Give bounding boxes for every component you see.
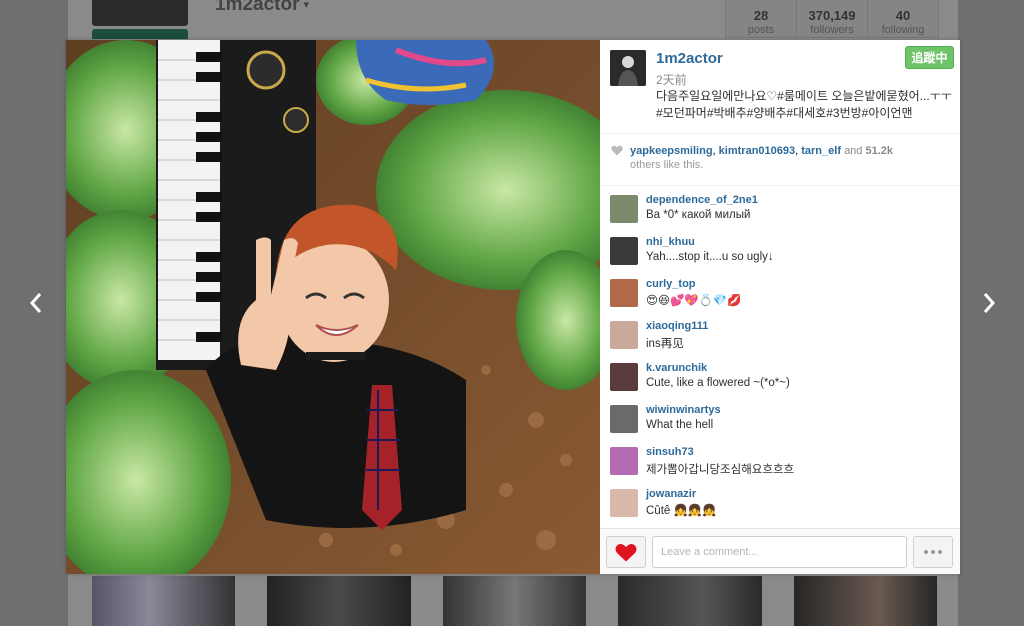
commenter-avatar[interactable] bbox=[610, 195, 638, 223]
likes-count[interactable]: 51.2k bbox=[865, 145, 893, 157]
comment-item: curly_top 😍😆💕💖💍💎💋 bbox=[600, 277, 960, 319]
commenter-username[interactable]: wiwinwinartys bbox=[646, 404, 721, 416]
like-user-link[interactable]: yapkeepsmiling bbox=[630, 145, 713, 157]
comment-text: Yah....stop it....u so ugly↓ bbox=[646, 251, 774, 263]
stat-following-value: 40 bbox=[895, 8, 911, 23]
caret-down-icon: ▾ bbox=[303, 0, 310, 12]
commenter-avatar[interactable] bbox=[610, 447, 638, 475]
ellipsis-dot bbox=[931, 550, 935, 554]
chevron-left-icon bbox=[29, 293, 42, 313]
post-sidebar: 1m2actor 2天前 다음주일요일에만나요♡#룸메이트 오늘은밭에묻혔어..… bbox=[600, 40, 960, 574]
comment-item: k.varunchik Cute, like a flowered ~(*o*~… bbox=[600, 361, 960, 403]
comment-text: Ва *0* какой милый bbox=[646, 209, 751, 221]
grid-photo-thumbnail[interactable] bbox=[267, 576, 411, 626]
post-caption: 다음주일요일에만나요♡#룸메이트 오늘은밭에묻혔어...ㅜㅜ#모던파머#박배추#… bbox=[656, 89, 952, 120]
commenter-username[interactable]: xiaoqing111 bbox=[646, 320, 708, 332]
comment-item: jowanazir Cûtê 👧👧👧 bbox=[600, 487, 960, 528]
commenter-avatar[interactable] bbox=[610, 321, 638, 349]
comment-text: 😍😆💕💖💍💎💋 bbox=[646, 295, 742, 307]
grid-photo-thumbnail[interactable] bbox=[618, 576, 762, 626]
like-user-link[interactable]: kimtran010693 bbox=[719, 145, 795, 157]
likes-and-text: and bbox=[844, 145, 863, 157]
stat-followers-value: 370,149 bbox=[808, 8, 856, 23]
more-options-button[interactable] bbox=[913, 536, 953, 568]
grid-photo-thumbnail[interactable] bbox=[442, 576, 587, 626]
post-header: 1m2actor 2天前 다음주일요일에만나요♡#룸메이트 오늘은밭에묻혔어..… bbox=[600, 40, 960, 134]
commenter-avatar[interactable] bbox=[610, 237, 638, 265]
stat-followers[interactable]: 370,149 followers bbox=[797, 0, 868, 37]
stat-following-label: following bbox=[881, 24, 925, 36]
stat-followers-label: followers bbox=[810, 24, 854, 36]
commenter-username[interactable]: sinsuh73 bbox=[646, 446, 694, 458]
comment-footer bbox=[600, 528, 960, 574]
profile-avatar bbox=[92, 0, 188, 26]
profile-username-text: 1m2actor bbox=[215, 0, 300, 15]
profile-username[interactable]: 1m2actor ▾ bbox=[215, 0, 309, 16]
commenter-avatar[interactable] bbox=[610, 489, 638, 517]
comment-item: wiwinwinartys What the hell bbox=[600, 403, 960, 445]
commenter-username[interactable]: jowanazir bbox=[646, 488, 696, 500]
comment-item: xiaoqing111 ins再见 bbox=[600, 319, 960, 361]
comment-text: ins再见 bbox=[646, 338, 684, 350]
grid-photo-thumbnail[interactable] bbox=[793, 576, 938, 626]
like-user-link[interactable]: tarn_elf bbox=[801, 145, 841, 157]
comment-text: Cute, like a flowered ~(*o*~) bbox=[646, 377, 790, 389]
post-author-username[interactable]: 1m2actor bbox=[656, 50, 723, 67]
like-button[interactable] bbox=[606, 536, 646, 568]
commenter-username[interactable]: nhi_khuu bbox=[646, 236, 695, 248]
comment-item: dependence_of_2ne1 Ва *0* какой милый bbox=[600, 193, 960, 235]
commenter-avatar[interactable] bbox=[610, 279, 638, 307]
comment-text: What the hell bbox=[646, 419, 714, 431]
stat-following[interactable]: 40 following bbox=[868, 0, 938, 37]
stat-posts[interactable]: 28 posts bbox=[726, 0, 797, 37]
commenter-avatar[interactable] bbox=[610, 363, 638, 391]
commenter-username[interactable]: curly_top bbox=[646, 278, 696, 290]
post-author-avatar[interactable] bbox=[610, 50, 646, 86]
commenter-avatar[interactable] bbox=[610, 405, 638, 433]
avatar-image bbox=[610, 50, 646, 86]
heart-icon bbox=[615, 543, 637, 561]
ellipsis-dot bbox=[924, 550, 928, 554]
comment-item: nhi_khuu Yah....stop it....u so ugly↓ bbox=[600, 235, 960, 277]
next-post-button[interactable] bbox=[976, 288, 1002, 318]
chevron-right-icon bbox=[983, 293, 996, 313]
comment-text: 제가뽑아갑니당조심해요흐흐흐 bbox=[646, 464, 795, 476]
comment-item: sinsuh73 제가뽑아갑니당조심해요흐흐흐 bbox=[600, 445, 960, 487]
profile-avatar-strip bbox=[92, 29, 188, 39]
grid-photo-thumbnail[interactable] bbox=[92, 576, 236, 626]
profile-header: 1m2actor ▾ 28 posts 370,149 followers 40 … bbox=[68, 0, 958, 39]
following-button[interactable]: 追蹤中 bbox=[905, 46, 954, 69]
post-timestamp: 2天前 bbox=[656, 73, 687, 87]
post-photo-image bbox=[66, 40, 600, 574]
profile-stats: 28 posts 370,149 followers 40 following bbox=[725, 0, 939, 38]
profile-photo-grid bbox=[92, 576, 938, 626]
likes-section: yapkeepsmiling, kimtran010693, tarn_elf … bbox=[600, 134, 960, 186]
comments-list: dependence_of_2ne1 Ва *0* какой милый nh… bbox=[600, 186, 960, 528]
post-photo[interactable] bbox=[66, 40, 600, 574]
commenter-username[interactable]: dependence_of_2ne1 bbox=[646, 194, 758, 206]
heart-icon bbox=[611, 145, 623, 156]
post-modal: 1m2actor 2天前 다음주일요일에만나요♡#룸메이트 오늘은밭에묻혔어..… bbox=[66, 40, 960, 574]
stat-posts-label: posts bbox=[747, 24, 775, 36]
comment-input[interactable] bbox=[652, 536, 907, 568]
commenter-username[interactable]: k.varunchik bbox=[646, 362, 707, 374]
likes-others-text: others like this. bbox=[630, 159, 704, 171]
ellipsis-dot bbox=[938, 550, 942, 554]
comment-text: Cûtê 👧👧👧 bbox=[646, 505, 717, 517]
stat-posts-value: 28 bbox=[753, 8, 769, 23]
previous-post-button[interactable] bbox=[23, 288, 49, 318]
